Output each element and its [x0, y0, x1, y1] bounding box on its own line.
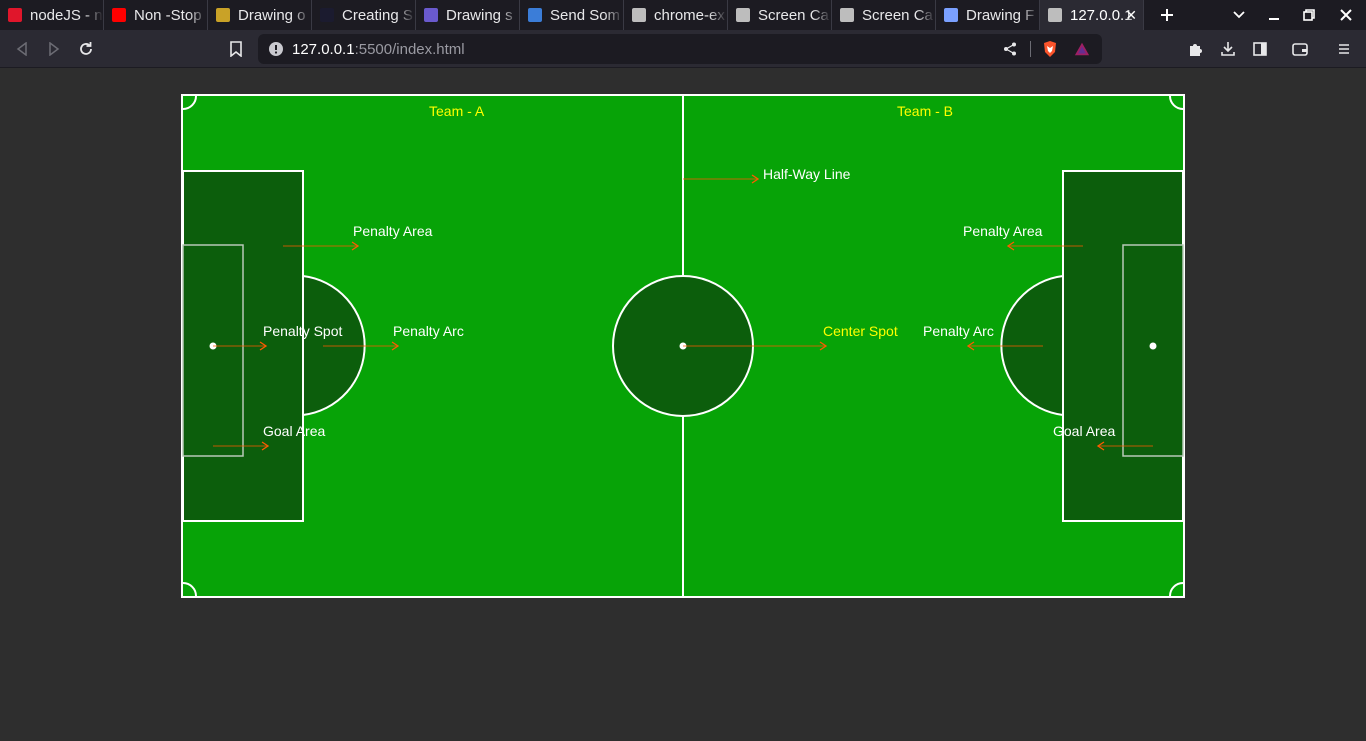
- back-button[interactable]: [12, 39, 32, 59]
- browser-tab[interactable]: Drawing s: [416, 0, 520, 30]
- address-bar[interactable]: 127.0.0.1:5500/index.html: [258, 34, 1102, 64]
- tab-title: Drawing o: [238, 6, 306, 24]
- reload-button[interactable]: [76, 39, 96, 59]
- restore-icon: [1303, 9, 1315, 21]
- tab-title: Screen Ca: [758, 6, 829, 24]
- forward-button[interactable]: [44, 39, 64, 59]
- penalty-spot-label: Penalty Spot: [263, 323, 342, 339]
- browser-tab[interactable]: Send Som: [520, 0, 624, 30]
- tab-title: chrome-ex: [654, 6, 725, 24]
- separator: [1030, 41, 1031, 57]
- reload-icon: [80, 42, 92, 55]
- back-arrow-icon: [16, 42, 27, 56]
- tab-title: Non -Stop: [134, 6, 202, 24]
- goal-area-left-label: Goal Area: [263, 423, 325, 439]
- downloads-button[interactable]: [1218, 39, 1238, 59]
- ejs-icon: [216, 8, 230, 22]
- close-tab-icon[interactable]: ✕: [1125, 7, 1137, 24]
- tab-title: Creating S: [342, 6, 413, 24]
- pitch-drawing: Team - A Team - B Half-Way Line Penalty …: [181, 94, 1185, 598]
- site-info-icon[interactable]: [268, 41, 284, 57]
- browser-tab[interactable]: chrome-ex: [624, 0, 728, 30]
- browser-tab[interactable]: Screen Ca: [728, 0, 832, 30]
- tab-list-button[interactable]: [1222, 0, 1256, 30]
- browser-tab[interactable]: Creating S: [312, 0, 416, 30]
- half-way-line-label: Half-Way Line: [763, 166, 851, 182]
- close-icon: [1340, 9, 1352, 21]
- chevron-down-icon: [1233, 11, 1245, 19]
- camera-icon: [736, 8, 750, 22]
- tab-title: Drawing F: [966, 6, 1035, 24]
- football-pitch-canvas: Team - A Team - B Half-Way Line Penalty …: [181, 94, 1185, 598]
- tab-title: Screen Ca: [862, 6, 933, 24]
- colorful-icon: [424, 8, 438, 22]
- url-text[interactable]: 127.0.0.1:5500/index.html: [292, 41, 465, 58]
- extensions-button[interactable]: [1186, 39, 1206, 59]
- drawing-icon: [944, 8, 958, 22]
- f-icon: [320, 8, 334, 22]
- new-tab-button[interactable]: [1144, 0, 1190, 30]
- right-goal-area: [1122, 244, 1184, 457]
- browser-tab[interactable]: Drawing F: [936, 0, 1040, 30]
- download-icon: [1221, 42, 1235, 56]
- close-window-button[interactable]: [1326, 0, 1366, 30]
- globe-icon: [1048, 8, 1062, 22]
- navigation-bar: 127.0.0.1:5500/index.html: [0, 30, 1366, 68]
- tab-strip: nodeJS - n Non -Stop Drawing o Creating S Dr…: [0, 0, 1144, 30]
- team-a-label: Team - A: [429, 103, 485, 119]
- brave-shields-icon[interactable]: [1042, 41, 1058, 57]
- camera-icon: [840, 8, 854, 22]
- globe-icon: [528, 8, 542, 22]
- sidebar-icon: [1253, 42, 1267, 56]
- goal-area-right-label: Goal Area: [1053, 423, 1115, 439]
- tab-bar: nodeJS - n Non -Stop Drawing o Creating S Dr…: [0, 0, 1366, 30]
- left-goal-area: [182, 244, 244, 457]
- url-host: 127.0.0.1: [292, 41, 355, 58]
- bookmark-button[interactable]: [226, 39, 246, 59]
- tab-title: Send Som: [550, 6, 621, 24]
- penalty-area-left-label: Penalty Area: [353, 223, 433, 239]
- brave-rewards-icon[interactable]: [1074, 41, 1090, 57]
- bookmark-icon: [230, 41, 242, 57]
- penalty-arc-left-label: Penalty Arc: [393, 323, 464, 339]
- penalty-arc-right-label: Penalty Arc: [923, 323, 994, 339]
- plus-icon: [1161, 9, 1173, 21]
- hamburger-menu-icon: [1339, 44, 1349, 54]
- browser-tab[interactable]: Non -Stop: [104, 0, 208, 30]
- right-penalty-spot: [1149, 342, 1157, 350]
- url-path: :5500/index.html: [354, 41, 465, 58]
- wallet-button[interactable]: [1290, 39, 1310, 59]
- minimize-icon: [1269, 18, 1279, 20]
- youtube-icon: [112, 8, 126, 22]
- wallet-icon: [1292, 43, 1308, 56]
- share-icon[interactable]: [1002, 41, 1018, 57]
- camera-icon: [632, 8, 646, 22]
- menu-button[interactable]: [1334, 39, 1354, 59]
- sidebar-button[interactable]: [1250, 39, 1270, 59]
- center-spot-label: Center Spot: [823, 323, 898, 339]
- forward-arrow-icon: [49, 42, 60, 56]
- team-b-label: Team - B: [897, 103, 953, 119]
- puzzle-icon: [1190, 44, 1202, 56]
- penalty-area-right-label: Penalty Area: [963, 223, 1043, 239]
- browser-tab[interactable]: 127.0.0.1 ✕: [1040, 0, 1144, 30]
- browser-tab[interactable]: nodeJS - n: [0, 0, 104, 30]
- minimize-button[interactable]: [1256, 0, 1292, 30]
- tab-title: Drawing s: [446, 6, 513, 24]
- browser-tab[interactable]: Drawing o: [208, 0, 312, 30]
- tab-title: nodeJS - n: [30, 6, 103, 24]
- red-n-icon: [8, 8, 22, 22]
- maximize-button[interactable]: [1292, 0, 1326, 30]
- browser-tab[interactable]: Screen Ca: [832, 0, 936, 30]
